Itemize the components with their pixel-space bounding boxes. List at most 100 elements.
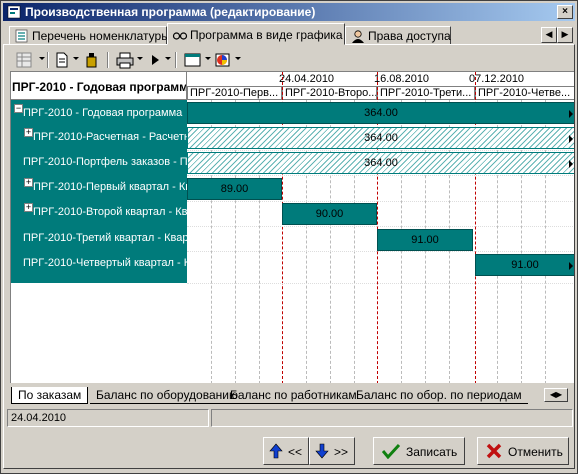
gantt-bar-value: 90.00: [315, 208, 344, 220]
timeline-date-label: 07.12.2010: [469, 73, 525, 85]
tab-nomenclature[interactable]: Перечень номенклатуры: [9, 26, 170, 45]
tree-row[interactable]: ПРГ-2010-Портфель заказов - Портфель: [11, 151, 187, 175]
expand-icon[interactable]: +: [24, 128, 33, 137]
app-window: Производственная программа (редактирован…: [0, 0, 578, 474]
gantt-bar-value: 364.00: [364, 157, 398, 169]
row-line: [187, 150, 574, 151]
gantt-bar-value: 89.00: [220, 183, 249, 195]
phase-header: ПРГ-2010-Перв...: [187, 86, 282, 100]
tree-row-label: ПРГ-2010-Первый квартал - Квартал: [33, 181, 187, 193]
tab-nomenclature-label: Перечень номенклатуры: [32, 29, 170, 43]
checkmark-icon: [382, 443, 400, 459]
tab-access-rights[interactable]: Права доступа: [345, 26, 451, 45]
chevron-down-icon[interactable]: [165, 57, 171, 60]
tree-column: − ПРГ-2010 - Годовая программа + ПРГ-2010-Р…: [11, 100, 187, 283]
printer-icon[interactable]: [115, 51, 135, 69]
grid-view-icon[interactable]: [15, 51, 35, 69]
phase-header: ПРГ-2010-Трети...: [377, 86, 475, 100]
bottom-tab-scroll-button[interactable]: ◀▶: [544, 388, 568, 402]
collapse-icon[interactable]: −: [14, 104, 23, 113]
save-button-label: Записать: [406, 445, 458, 459]
chevron-down-icon[interactable]: [205, 57, 211, 60]
tab-equipment-balance[interactable]: Баланс по оборудованию: [90, 387, 244, 404]
expand-icon[interactable]: +: [24, 178, 33, 187]
tree-row[interactable]: + ПРГ-2010-Расчетная - Расчетная: [11, 126, 187, 150]
gantt-bar[interactable]: 364.00: [187, 127, 574, 149]
gantt-bar[interactable]: 91.00: [475, 254, 574, 276]
timeline-chart: 24.04.2010 16.08.2010 07.12.2010 ПРГ-2010-…: [187, 72, 574, 383]
document-icon[interactable]: [53, 51, 71, 69]
gantt-bar-value: 364.00: [364, 132, 398, 144]
gantt-bar[interactable]: 364.00: [187, 102, 574, 124]
next-button[interactable]: >>: [309, 437, 355, 465]
tab-program-chart-label: Программа в виде графика: [190, 28, 343, 42]
status-date: 24.04.2010: [7, 409, 209, 427]
grid-left-header: ПРГ-2010 - Годовая программа: [11, 72, 187, 100]
timeline-date-label: 24.04.2010: [279, 73, 335, 85]
tree-row[interactable]: +ПРГ-2010-Первый квартал - Квартал: [11, 176, 187, 200]
list-icon: [15, 29, 28, 43]
status-bar: 24.04.2010: [7, 408, 573, 428]
tab-workers-balance[interactable]: Баланс по работникам: [224, 387, 363, 404]
chevron-down-icon[interactable]: [235, 57, 241, 60]
timeline-dates: 24.04.2010 16.08.2010 07.12.2010: [187, 72, 574, 86]
phase-header: ПРГ-2010-Четве...: [475, 86, 574, 100]
chevron-down-icon[interactable]: [73, 57, 79, 60]
toolbar-separator: [107, 52, 109, 68]
overflow-arrow-icon: [569, 160, 573, 168]
prev-button[interactable]: <<: [263, 437, 309, 465]
gantt-bar[interactable]: 364.00: [187, 152, 574, 174]
tree-row[interactable]: +ПРГ-2010-Второй квартал - Квартал: [11, 201, 187, 225]
tree-row-label: ПРГ-2010-Расчетная - Расчетная: [33, 131, 187, 143]
gantt-bar-value: 91.00: [411, 234, 439, 246]
bottom-tab-strip: По заказам Баланс по оборудованию Баланс…: [10, 387, 573, 404]
cancel-button[interactable]: Отменить: [477, 437, 569, 465]
tab-strip: Перечень номенклатуры Программа в виде г…: [3, 23, 575, 45]
tab-scroll-left-button[interactable]: ◀: [541, 27, 557, 43]
tab-access-rights-label: Права доступа: [368, 29, 451, 43]
save-button[interactable]: Записать: [373, 437, 465, 465]
arrow-up-icon: [269, 443, 283, 459]
play-icon[interactable]: [147, 51, 163, 69]
palette-icon[interactable]: [213, 51, 233, 69]
chevron-down-icon[interactable]: [137, 57, 143, 60]
title-bar: Производственная программа (редактирован…: [3, 3, 575, 21]
tab-by-orders[interactable]: По заказам: [11, 387, 89, 404]
gantt-bar[interactable]: 91.00: [377, 229, 473, 251]
toolbar: [7, 49, 573, 71]
expand-icon[interactable]: +: [24, 203, 33, 212]
arrow-down-icon: [315, 443, 329, 459]
row-line: [187, 175, 574, 176]
bottle-icon[interactable]: [83, 51, 101, 69]
tree-row[interactable]: ПРГ-2010-Третий квартал - Квартал: [11, 227, 187, 251]
tab-program-chart[interactable]: Программа в виде графика: [167, 23, 345, 45]
app-icon: [7, 5, 21, 19]
tree-row-label: ПРГ-2010-Третий квартал - Квартал: [23, 232, 187, 244]
gantt-bar[interactable]: 89.00: [187, 178, 282, 200]
glasses-icon: [172, 32, 188, 40]
gantt-bar-value: 364.00: [364, 107, 398, 119]
tab-equipment-periods-balance[interactable]: Баланс по обор. по периодам: [350, 387, 528, 404]
overflow-arrow-icon: [569, 135, 573, 143]
tree-row[interactable]: − ПРГ-2010 - Годовая программа: [11, 102, 187, 126]
phase-header: ПРГ-2010-Второ...: [282, 86, 377, 100]
overflow-arrow-icon: [569, 262, 573, 270]
row-line: [187, 226, 574, 227]
next-button-label: >>: [334, 445, 349, 459]
window-title: Производственная программа (редактирован…: [25, 5, 316, 19]
gantt-bar[interactable]: 90.00: [282, 203, 377, 225]
user-icon: [352, 30, 364, 43]
tree-row-label: ПРГ-2010-Второй квартал - Квартал: [33, 206, 187, 218]
toolbar-separator: [47, 52, 49, 68]
row-line: [187, 283, 574, 284]
chevron-down-icon[interactable]: [39, 57, 45, 60]
cross-icon: [486, 443, 502, 459]
gantt-bar-value: 91.00: [511, 259, 539, 271]
tab-scroll-right-button[interactable]: ▶: [557, 27, 573, 43]
overflow-arrow-icon: [569, 110, 573, 118]
row-line: [187, 251, 574, 252]
tree-row[interactable]: ПРГ-2010-Четвертый квартал - Квартал: [11, 252, 187, 276]
window-icon[interactable]: [183, 51, 203, 69]
tree-row-label: ПРГ-2010-Четвертый квартал - Квартал: [23, 257, 187, 269]
close-button[interactable]: ×: [557, 5, 573, 19]
